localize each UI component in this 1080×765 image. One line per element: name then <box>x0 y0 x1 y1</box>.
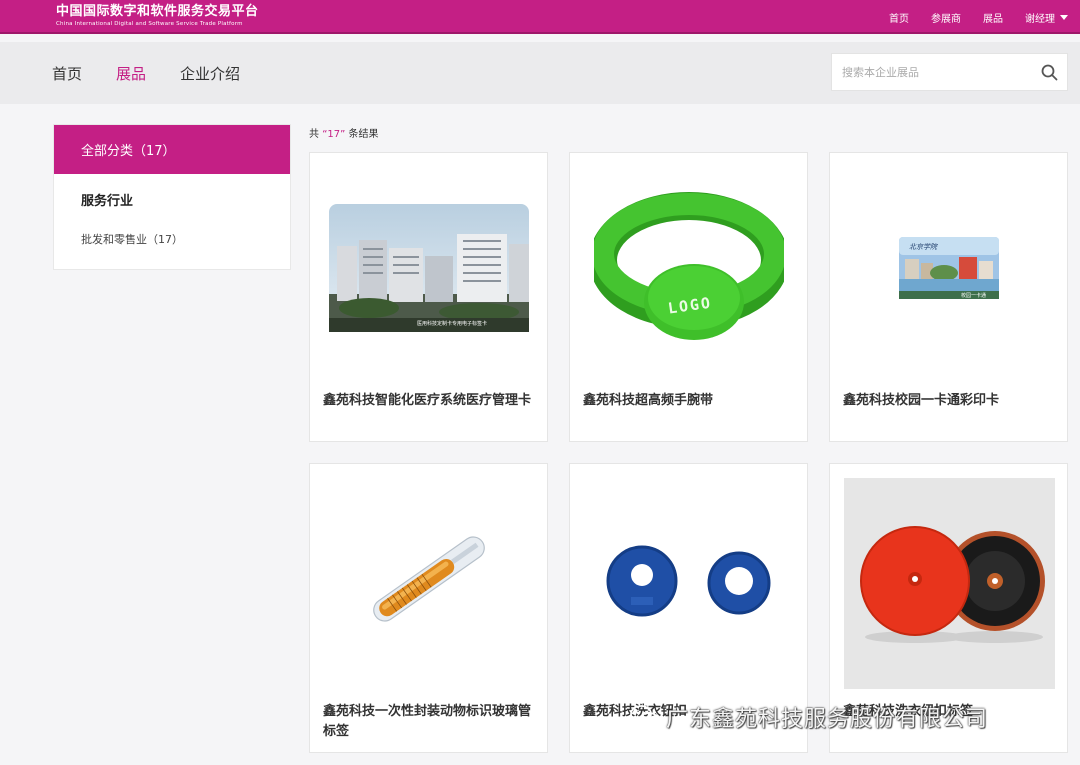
red-black-discs-image <box>859 525 1045 643</box>
result-count-number: “17” <box>322 129 346 140</box>
category-wholesale-retail[interactable]: 批发和零售业（17） <box>54 224 290 254</box>
search-button[interactable] <box>1031 54 1067 90</box>
logo-chinese: 中国国际数字和软件服务交易平台 <box>56 4 259 19</box>
user-menu[interactable]: 谢经理 <box>1025 10 1068 25</box>
campus-card-footer: 校园一卡通 <box>961 292 986 299</box>
product-title[interactable]: 鑫苑科技智能化医疗系统医疗管理卡 <box>323 391 535 411</box>
campus-card-header: 北京学院 <box>909 243 938 251</box>
product-image-wristband: LOGO <box>570 153 807 383</box>
platform-logo[interactable]: 中国国际数字和软件服务交易平台 China International Digi… <box>56 4 259 28</box>
chevron-down-icon <box>1060 14 1068 20</box>
product-card[interactable]: 鑫苑科技一次性封装动物标识玻璃管标签 <box>309 463 548 753</box>
top-nav-exhibits[interactable]: 展品 <box>983 10 1003 25</box>
category-sidebar: 全部分类（17） 服务行业 批发和零售业（17） <box>53 124 291 270</box>
watermark-text: 广东鑫苑科技服务股份有限公司 <box>666 707 989 732</box>
result-count: 共 “17” 条结果 <box>309 125 378 140</box>
watermark: 广东鑫苑科技服务股份有限公司 <box>630 700 988 734</box>
tab-exhibits[interactable]: 展品 <box>116 63 146 84</box>
result-count-prefix: 共 <box>309 129 323 140</box>
product-card[interactable]: 北京学院 校园一卡通 鑫苑科技校园一卡通彩印卡 <box>829 152 1068 442</box>
blue-rings-image <box>606 545 770 617</box>
hospital-card-image: 医用科技定制卡专用电子标签卡 <box>328 204 529 332</box>
search-input[interactable] <box>832 54 1031 90</box>
company-tabs: 首页 展品 企业介绍 <box>52 42 240 104</box>
user-name: 谢经理 <box>1025 13 1055 25</box>
tab-company-intro[interactable]: 企业介绍 <box>180 63 240 84</box>
logo-english: China International Digital and Software… <box>56 21 243 27</box>
campus-card-image: 北京学院 校园一卡通 <box>898 237 999 299</box>
tab-home[interactable]: 首页 <box>52 63 82 84</box>
wechat-icon <box>630 705 659 728</box>
product-image-campus-card: 北京学院 校园一卡通 <box>830 153 1067 383</box>
category-all[interactable]: 全部分类（17） <box>54 125 290 174</box>
product-title[interactable]: 鑫苑科技校园一卡通彩印卡 <box>843 391 1055 411</box>
top-bar: 中国国际数字和软件服务交易平台 China International Digi… <box>0 0 1080 34</box>
result-count-suffix: 条结果 <box>345 129 379 140</box>
product-image-red-black-discs <box>844 478 1055 689</box>
product-image-glass-tube-tag <box>310 464 547 694</box>
top-nav: 首页 参展商 展品 谢经理 <box>889 0 1068 34</box>
glass-tube-tag-image <box>372 536 485 622</box>
top-nav-exhibitors[interactable]: 参展商 <box>931 10 961 25</box>
top-nav-home[interactable]: 首页 <box>889 10 909 25</box>
hospital-card-caption: 医用科技定制卡专用电子标签卡 <box>417 320 487 327</box>
product-title[interactable]: 鑫苑科技超高频手腕带 <box>583 391 795 411</box>
search-icon <box>1041 64 1057 80</box>
wristband-image: LOGO <box>593 192 784 340</box>
product-card[interactable]: LOGO 鑫苑科技超高频手腕带 <box>569 152 808 442</box>
search-box <box>831 53 1068 91</box>
product-image-blue-rings <box>570 464 807 694</box>
product-image-hospital-card: 医用科技定制卡专用电子标签卡 <box>310 153 547 383</box>
product-card[interactable]: 医用科技定制卡专用电子标签卡 鑫苑科技智能化医疗系统医疗管理卡 <box>309 152 548 442</box>
product-title[interactable]: 鑫苑科技一次性封装动物标识玻璃管标签 <box>323 702 535 742</box>
category-group-service: 服务行业 <box>81 193 134 209</box>
